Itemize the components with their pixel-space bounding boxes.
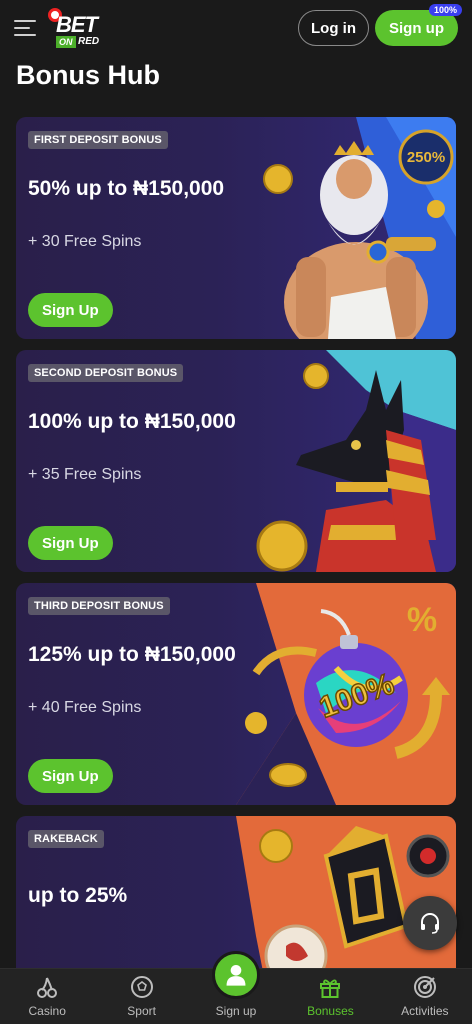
- bonus-headline: up to 25%: [28, 884, 128, 907]
- nav-label: Bonuses: [307, 1004, 354, 1018]
- card-signup-button[interactable]: Sign Up: [28, 526, 113, 560]
- bomb-illustration: % 100%: [236, 583, 456, 805]
- user-icon: [226, 964, 246, 986]
- top-bar: BET ON RED Log in Sign up 100%: [0, 0, 472, 56]
- menu-icon[interactable]: [14, 20, 36, 36]
- zeus-badge-text: 250%: [407, 149, 445, 166]
- bonus-tag: THIRD DEPOSIT BONUS: [28, 597, 170, 615]
- signup-button-label: Sign up: [389, 19, 444, 37]
- nav-casino[interactable]: Casino: [0, 969, 94, 1024]
- soccer-ball-icon: [130, 976, 153, 998]
- logo-red-text: RED: [78, 36, 100, 47]
- nav-sport[interactable]: Sport: [94, 969, 188, 1024]
- bonus-tag: RAKEBACK: [28, 830, 104, 848]
- page-title: Bonus Hub: [16, 60, 160, 90]
- signup-button[interactable]: Sign up 100%: [375, 4, 462, 46]
- headset-icon: [421, 913, 439, 934]
- bonus-headline: 100% up to ₦150,000: [28, 410, 236, 433]
- card-signup-button[interactable]: Sign Up: [28, 293, 113, 327]
- bonus-tag: FIRST DEPOSIT BONUS: [28, 131, 168, 149]
- free-spins-text: + 30 Free Spins: [28, 233, 142, 250]
- anubis-illustration: [256, 350, 456, 572]
- bonus-card-third-deposit[interactable]: % 100% THIRD DEPOSIT BONUS 125% up to ₦1…: [16, 583, 456, 805]
- signup-circle-button[interactable]: [212, 951, 261, 999]
- target-icon: [413, 976, 436, 998]
- brand-logo[interactable]: BET ON RED: [48, 6, 112, 50]
- bonus-badge: 100%: [428, 4, 462, 16]
- bonus-card-first-deposit[interactable]: 250% FIRST DEPOSIT BONUS 50% up to ₦150,…: [16, 117, 456, 339]
- free-spins-text: + 35 Free Spins: [28, 466, 142, 483]
- bonus-card-second-deposit[interactable]: SECOND DEPOSIT BONUS 100% up to ₦150,000…: [16, 350, 456, 572]
- bonus-tag: SECOND DEPOSIT BONUS: [28, 364, 184, 382]
- nav-label: Sport: [127, 1004, 156, 1018]
- logo-bet-text: BET: [56, 12, 98, 37]
- nav-activities[interactable]: Activities: [378, 969, 472, 1024]
- nav-signup[interactable]: Sign up: [189, 951, 283, 1024]
- zeus-illustration: 250%: [263, 117, 456, 339]
- nav-bonuses[interactable]: Bonuses: [283, 969, 377, 1024]
- nav-label: Activities: [401, 1004, 449, 1018]
- percent-icon: %: [407, 601, 437, 639]
- free-spins-text: + 40 Free Spins: [28, 699, 142, 716]
- logo-on-text: ON: [56, 36, 76, 48]
- nav-label: Sign up: [215, 1004, 257, 1018]
- nav-label: Casino: [28, 1004, 66, 1018]
- card-signup-button[interactable]: Sign Up: [28, 759, 113, 793]
- bonus-headline: 50% up to ₦150,000: [28, 177, 225, 200]
- bonus-headline: 125% up to ₦150,000: [28, 643, 236, 666]
- login-button[interactable]: Log in: [298, 10, 369, 46]
- gift-icon: [320, 979, 341, 998]
- support-button[interactable]: [403, 896, 457, 950]
- cherries-icon: [37, 977, 58, 998]
- bottom-navigation: Casino Sport Sign up Bonuses Activities: [0, 951, 472, 1024]
